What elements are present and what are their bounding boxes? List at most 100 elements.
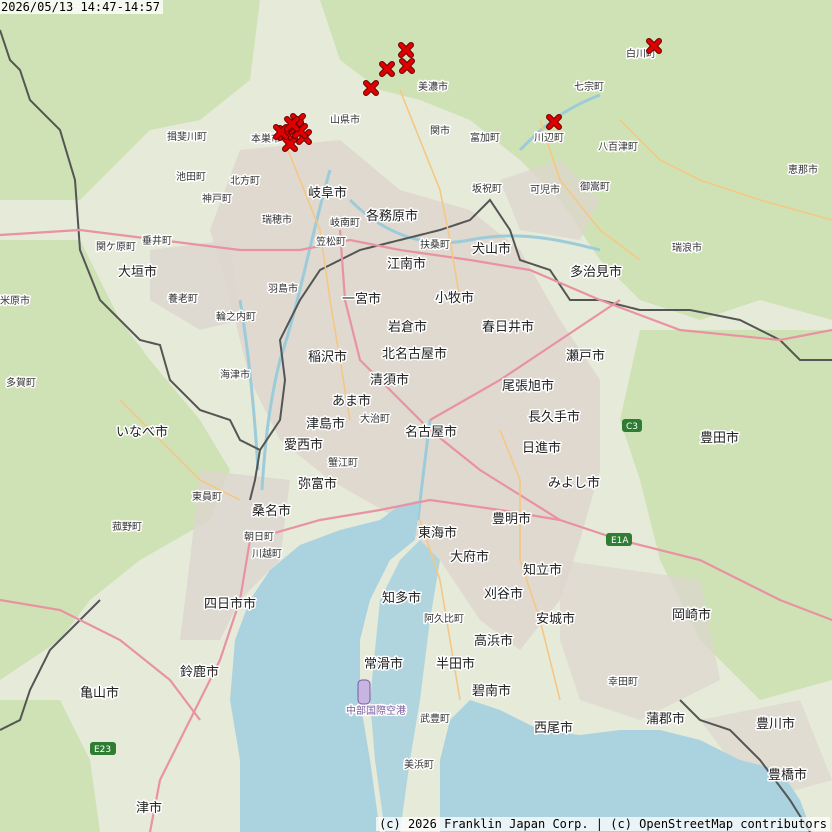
place-label: 知多市 (382, 590, 421, 606)
place-label: 垂井町 (142, 234, 172, 247)
place-label: 美浜町 (404, 758, 434, 771)
airport-icon (357, 679, 371, 705)
place-label: 瑞浪市 (672, 241, 702, 254)
red-x-icon (399, 58, 415, 74)
place-label: 亀山市 (80, 685, 119, 701)
place-label: 可児市 (530, 183, 560, 196)
place-label: 岐阜市 (308, 185, 347, 201)
place-label: 安城市 (536, 611, 575, 627)
place-label: 笠松町 (316, 235, 346, 248)
place-label: 坂祝町 (472, 182, 502, 195)
place-label: 四日市市 (204, 596, 256, 612)
place-label: 蟹江町 (328, 456, 358, 469)
place-label: 豊川市 (756, 716, 795, 732)
place-label: 大垣市 (118, 264, 157, 280)
place-label: 春日井市 (482, 319, 534, 335)
place-label: 武豊町 (420, 712, 450, 725)
place-label: 八百津町 (598, 141, 638, 153)
place-label: 岡崎市 (672, 607, 711, 623)
place-label: 養老町 (168, 292, 198, 305)
place-label: 豊明市 (492, 511, 531, 527)
place-label: 半田市 (436, 656, 475, 672)
place-label: 刈谷市 (484, 586, 523, 602)
place-label: 桑名市 (252, 503, 291, 519)
place-label: 岩倉市 (388, 319, 427, 335)
timestamp-label: 2026/05/13 14:47-14:57 (0, 0, 163, 14)
place-label: 阿久比町 (424, 613, 464, 625)
place-label: 関市 (430, 124, 450, 137)
place-label: 稲沢市 (308, 349, 347, 365)
place-label: 日進市 (522, 440, 561, 456)
red-x-icon (546, 114, 562, 130)
place-label: あま市 (332, 393, 371, 409)
place-label: 北名古屋市 (382, 346, 447, 362)
red-x-icon (379, 61, 395, 77)
place-label: 東員町 (192, 490, 222, 503)
place-label: 大府市 (450, 549, 489, 565)
place-label: いなべ市 (116, 424, 168, 440)
place-label: 七宗町 (574, 80, 604, 93)
place-label: 朝日町 (244, 531, 274, 543)
place-label: 揖斐川町 (167, 130, 207, 143)
place-label: 菰野町 (112, 521, 142, 533)
place-label: みよし市 (548, 475, 600, 491)
place-label: 瑞穂市 (262, 213, 292, 226)
place-label: 中部国際空港 (346, 704, 406, 717)
place-label: 扶桑町 (420, 238, 450, 251)
place-label: 関ケ原町 (96, 241, 136, 253)
map-canvas[interactable]: 岐阜市 各務原市 大垣市 羽島市 一宮市 江南市 犬山市 小牧市 岩倉市 春日井… (0, 0, 832, 832)
place-label: 津市 (136, 800, 162, 816)
place-label: 各務原市 (366, 208, 418, 224)
place-label: 長久手市 (528, 409, 580, 425)
place-label: 豊橋市 (768, 767, 807, 783)
place-label: 名古屋市 (405, 424, 457, 440)
place-label: 富加町 (470, 131, 500, 144)
place-label: 恵那市 (788, 163, 818, 176)
place-label: 輪之内町 (216, 310, 256, 323)
attribution-text: (c) 2026 Franklin Japan Corp. | (c) Open… (376, 817, 830, 831)
place-label: 美濃市 (418, 80, 448, 93)
red-x-icon (284, 116, 300, 132)
place-label: 山県市 (330, 113, 360, 126)
road-shield-label: E23 (94, 745, 111, 755)
place-label: 小牧市 (435, 290, 474, 306)
red-x-icon (282, 136, 298, 152)
place-label: 東海市 (418, 525, 457, 541)
place-label: 多賀町 (6, 376, 36, 389)
place-label: 津島市 (306, 416, 345, 432)
place-label: 北方町 (230, 174, 260, 187)
place-label: 清須市 (370, 372, 409, 388)
place-label: 高浜市 (474, 633, 513, 649)
place-label: 知立市 (523, 562, 562, 578)
place-label: 川越町 (252, 547, 282, 560)
place-label: 弥富市 (298, 476, 337, 492)
place-label: 西尾市 (534, 720, 573, 736)
place-label: 豊田市 (700, 430, 739, 446)
place-label: 多治見市 (570, 264, 622, 280)
place-label: 尾張旭市 (502, 378, 554, 394)
place-label: 神戸町 (202, 192, 232, 205)
place-label: 碧南市 (472, 683, 511, 699)
place-label: 池田町 (176, 170, 206, 183)
place-label: 江南市 (387, 256, 426, 272)
red-x-icon (646, 38, 662, 54)
place-label: 蒲郡市 (646, 711, 685, 727)
place-label: 岐南町 (330, 216, 360, 229)
place-label: 瀬戸市 (566, 348, 605, 364)
place-label: 米原市 (0, 294, 30, 307)
place-label: 一宮市 (342, 291, 381, 307)
red-x-icon (363, 80, 379, 96)
road-shield-label: E1A (611, 536, 629, 546)
place-label: 海津市 (220, 368, 250, 381)
place-label: 大治町 (360, 412, 390, 425)
place-label: 羽島市 (268, 282, 298, 295)
road-shield-label: C3 (626, 422, 638, 432)
place-label: 常滑市 (364, 656, 403, 672)
red-x-icon (398, 42, 414, 58)
place-label: 幸田町 (608, 676, 638, 688)
place-label: 愛西市 (284, 437, 323, 453)
place-label: 御嵩町 (580, 180, 610, 193)
place-label: 鈴鹿市 (180, 664, 219, 680)
place-label: 川辺町 (534, 132, 564, 144)
place-label: 犬山市 (472, 241, 511, 257)
